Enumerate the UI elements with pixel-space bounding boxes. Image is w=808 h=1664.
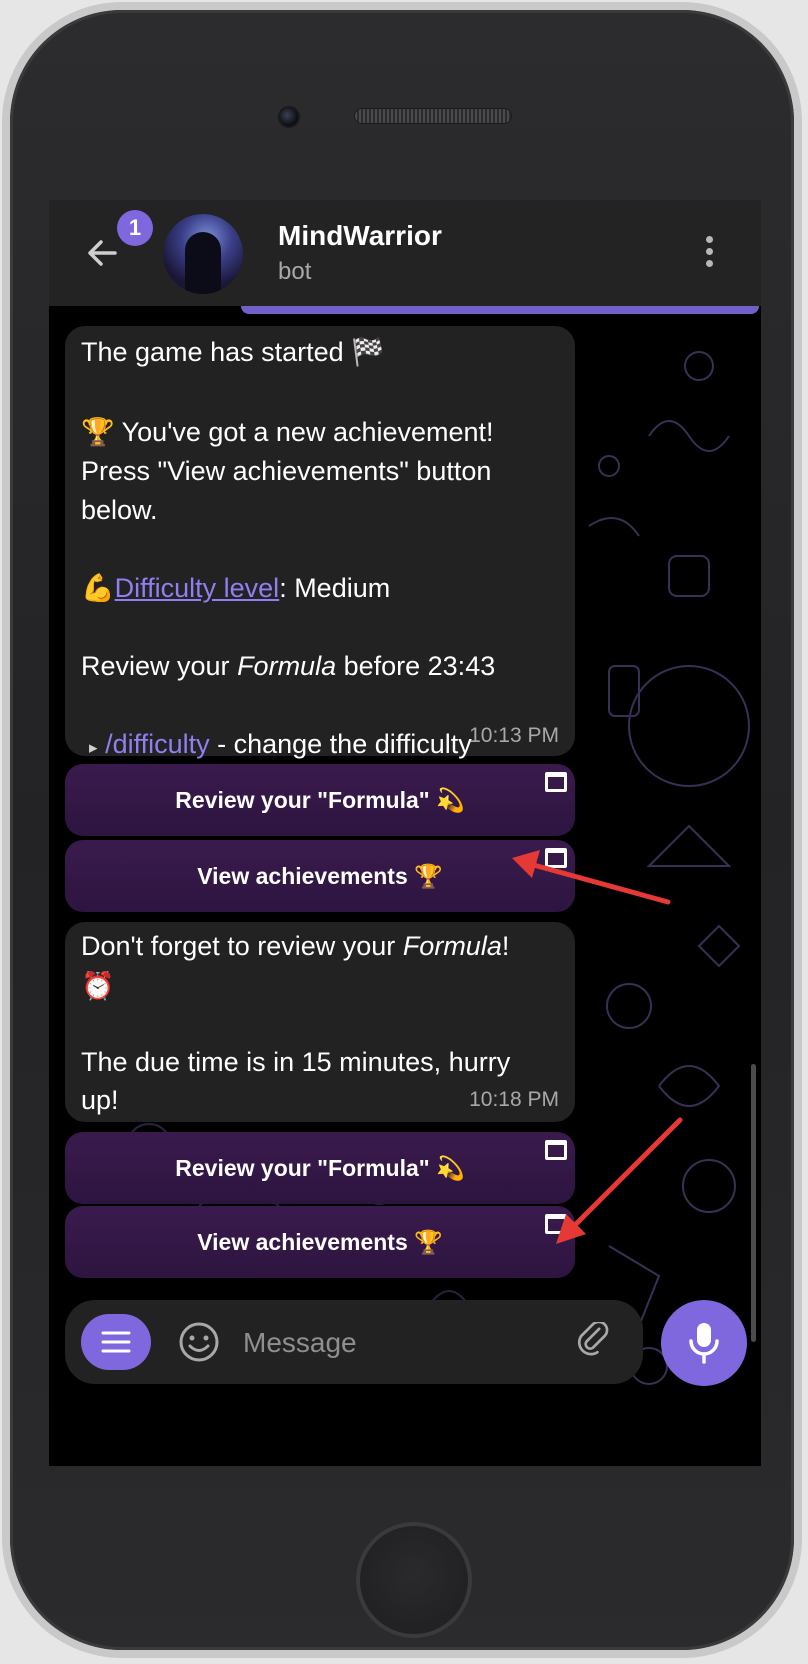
formula-italic: Formula (402, 931, 502, 961)
message-text-line: Press "View achievements" button (81, 456, 492, 486)
message-bubble-game-started: The game has started 🏁 🏆 You've got a ne… (65, 326, 575, 759)
message-timestamp: 10:13 PM (469, 724, 559, 747)
unread-count-badge: 1 (117, 210, 153, 246)
dot (706, 248, 713, 255)
app-screen: 1 MindWarrior bot The game has started 🏁… (49, 200, 761, 1466)
chat-title[interactable]: MindWarrior (278, 220, 442, 252)
home-button[interactable] (356, 1522, 472, 1638)
review-formula-button[interactable]: Review your "Formula" 💫 (65, 1132, 575, 1204)
paperclip-icon[interactable] (575, 1322, 615, 1362)
difficulty-value: : Medium (279, 573, 391, 603)
bot-menu-button[interactable] (81, 1314, 151, 1370)
button-label: View achievements 🏆 (197, 862, 443, 889)
button-label: Review your "Formula" 💫 (175, 786, 465, 813)
difficulty-line: 💪Difficulty level: Medium (81, 568, 390, 608)
front-camera (278, 106, 300, 128)
message-text-line: below. (81, 495, 158, 525)
reminder-line: Don't forget to review your Formula! (81, 926, 509, 966)
review-deadline-line: Review your Formula before 23:43 (81, 646, 495, 686)
chat-header: 1 MindWarrior bot (49, 200, 761, 306)
avatar-figure (185, 232, 221, 294)
dot (706, 260, 713, 267)
command-description: - change the difficulty (209, 729, 472, 759)
external-link-icon (545, 772, 567, 792)
review-prefix: Review your (81, 651, 238, 681)
difficulty-command-link[interactable]: /difficulty (105, 729, 210, 759)
external-link-icon (545, 1214, 567, 1234)
button-label: View achievements 🏆 (197, 1228, 443, 1255)
reminder-suffix: ! (501, 931, 510, 961)
earpiece-speaker (354, 108, 512, 124)
message-timestamp: 10:18 PM (469, 1088, 559, 1111)
formula-italic: Formula (237, 651, 337, 681)
message-text-line: The game has started 🏁 (81, 337, 385, 367)
message-bubble-reminder: Don't forget to review your Formula! ⏰ T… (65, 922, 575, 1122)
button-label: Review your "Formula" 💫 (175, 1154, 465, 1181)
more-vertical-icon[interactable] (704, 236, 716, 272)
view-achievements-button[interactable]: View achievements 🏆 (65, 1206, 575, 1278)
chat-scrollbar[interactable] (751, 1064, 756, 1342)
microphone-icon (689, 1323, 719, 1364)
message-text-line: 🏆 You've got a new achievement! (81, 417, 494, 447)
review-formula-button[interactable]: Review your "Formula" 💫 (65, 764, 575, 836)
message-text-line: The due time is in 15 minutes, hurry (81, 1047, 511, 1077)
external-link-icon (545, 1140, 567, 1160)
avatar[interactable] (163, 214, 243, 294)
microphone-button[interactable] (661, 1300, 747, 1386)
message-text-line: up! (81, 1085, 119, 1115)
message-composer (65, 1300, 643, 1384)
message-input[interactable] (241, 1318, 545, 1368)
previous-message-edge (241, 306, 759, 314)
view-achievements-button[interactable]: View achievements 🏆 (65, 840, 575, 912)
reminder-prefix: Don't forget to review your (81, 931, 403, 961)
alarm-clock-emoji: ⏰ (81, 971, 115, 1001)
dot (706, 236, 713, 243)
bullet-icon: ▸ (89, 738, 98, 757)
review-suffix: before 23:43 (336, 651, 496, 681)
chat-subtitle: bot (278, 258, 312, 285)
menu-lines-icon (101, 1331, 131, 1353)
back-arrow-icon[interactable] (85, 236, 119, 270)
emoji-smile-icon[interactable] (177, 1320, 221, 1364)
external-link-icon (545, 848, 567, 868)
command-line: ▸ /difficulty - change the difficulty (89, 724, 472, 768)
difficulty-level-link[interactable]: Difficulty level (115, 573, 280, 603)
muscle-emoji: 💪 (81, 573, 115, 603)
